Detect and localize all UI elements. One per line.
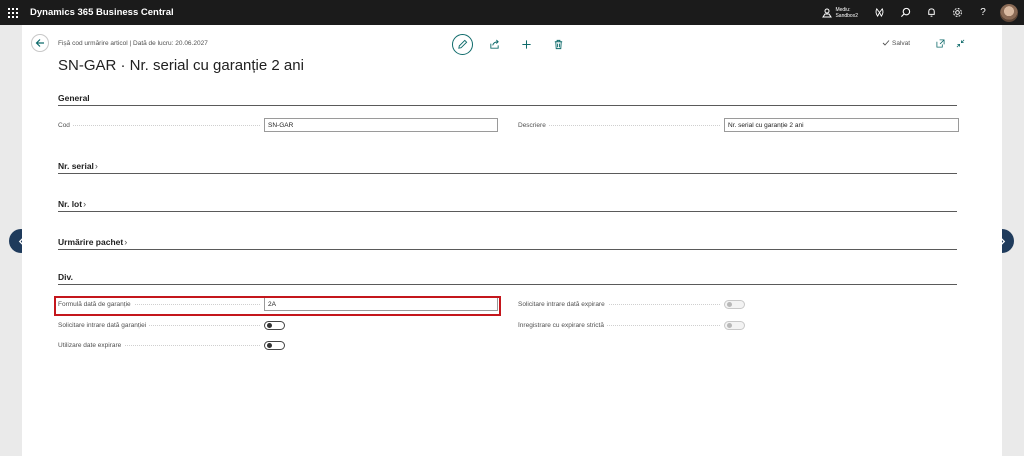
collapse-icon (956, 39, 964, 47)
chevron-right-icon: › (94, 161, 98, 171)
section-general[interactable]: General (58, 91, 957, 106)
copilot-icon[interactable] (866, 0, 892, 25)
check-icon (882, 40, 890, 46)
description-field: Descriere Nr. serial cu garanție 2 ani (518, 118, 959, 132)
back-arrow-icon (35, 39, 44, 47)
section-lot-no[interactable]: Nr. lot › (58, 197, 957, 212)
saved-status: Salvat (882, 39, 910, 47)
section-serial-no[interactable]: Nr. serial › (58, 159, 957, 174)
use-expiration-dates-label: Utilizare date expirare (58, 341, 125, 349)
open-in-new-window-button[interactable] (930, 37, 950, 49)
section-lot-no-title: Nr. lot (58, 199, 83, 209)
warranty-date-formula-label: Formulă dată de garanție (58, 300, 134, 308)
chevron-right-icon: › (83, 199, 87, 209)
description-label: Descriere (518, 121, 549, 129)
breadcrumb: Fișă cod urmărire articol | Dată de lucr… (58, 40, 208, 47)
section-package-tracking[interactable]: Urmărire pachet › (58, 235, 957, 250)
require-expiration-date-label: Solicitare intrare dată expirare (518, 300, 608, 308)
strict-expiration-posting-label: Înregistrare cu expirare strictă (518, 321, 607, 329)
help-icon[interactable]: ? (970, 0, 996, 25)
strict-expiration-posting-field: Înregistrare cu expirare strictă (518, 318, 745, 332)
code-input[interactable]: SN-GAR (264, 118, 498, 132)
plus-icon (521, 39, 531, 49)
delete-button[interactable] (542, 33, 574, 55)
open-in-new-icon (935, 38, 945, 48)
require-warranty-date-field: Solicitare intrare dată garanției (58, 318, 285, 332)
require-expiration-date-field: Solicitare intrare dată expirare (518, 297, 745, 311)
page-title: SN-GAR · Nr. serial cu garanție 2 ani (58, 57, 304, 74)
section-package-tracking-title: Urmărire pachet (58, 237, 124, 247)
edit-pencil-icon (458, 39, 468, 49)
environment-name: Sandbox2 (835, 12, 858, 19)
description-input[interactable]: Nr. serial cu garanție 2 ani (724, 118, 959, 132)
back-button[interactable] (31, 34, 49, 52)
app-bar: Dynamics 365 Business Central Mediu: San… (0, 0, 1024, 25)
section-serial-no-title: Nr. serial (58, 161, 94, 171)
section-general-title: General (58, 93, 90, 103)
share-button[interactable] (478, 33, 510, 55)
code-field: Cod SN-GAR (58, 118, 498, 132)
section-misc-title: Div. (58, 272, 73, 282)
saved-label: Salvat (892, 39, 911, 47)
item-tracking-code-card: Fișă cod urmărire articol | Dată de lucr… (22, 25, 1002, 456)
use-expiration-dates-field: Utilizare date expirare (58, 338, 285, 352)
share-icon (489, 39, 499, 49)
require-warranty-date-label: Solicitare intrare dată garanției (58, 321, 150, 329)
environment-indicator[interactable]: Mediu: Sandbox2 (822, 7, 858, 19)
strict-expiration-posting-toggle[interactable] (724, 320, 745, 330)
use-expiration-dates-toggle[interactable] (264, 340, 285, 350)
require-warranty-date-toggle[interactable] (264, 320, 285, 330)
require-expiration-date-toggle[interactable] (724, 299, 745, 309)
chevron-right-icon: › (124, 237, 128, 247)
section-misc[interactable]: Div. (58, 270, 957, 285)
app-title[interactable]: Dynamics 365 Business Central (30, 7, 174, 18)
new-button[interactable] (510, 33, 542, 55)
search-icon[interactable] (892, 0, 918, 25)
edit-button[interactable] (452, 33, 473, 55)
bell-icon[interactable] (918, 0, 944, 25)
waffle-icon[interactable] (0, 0, 26, 25)
environment-icon (822, 8, 833, 17)
action-toolbar (452, 33, 574, 55)
code-label: Cod (58, 121, 73, 129)
avatar[interactable] (1000, 3, 1018, 22)
trash-icon (554, 39, 562, 49)
collapse-button[interactable] (950, 37, 970, 49)
gear-icon[interactable] (944, 0, 970, 25)
